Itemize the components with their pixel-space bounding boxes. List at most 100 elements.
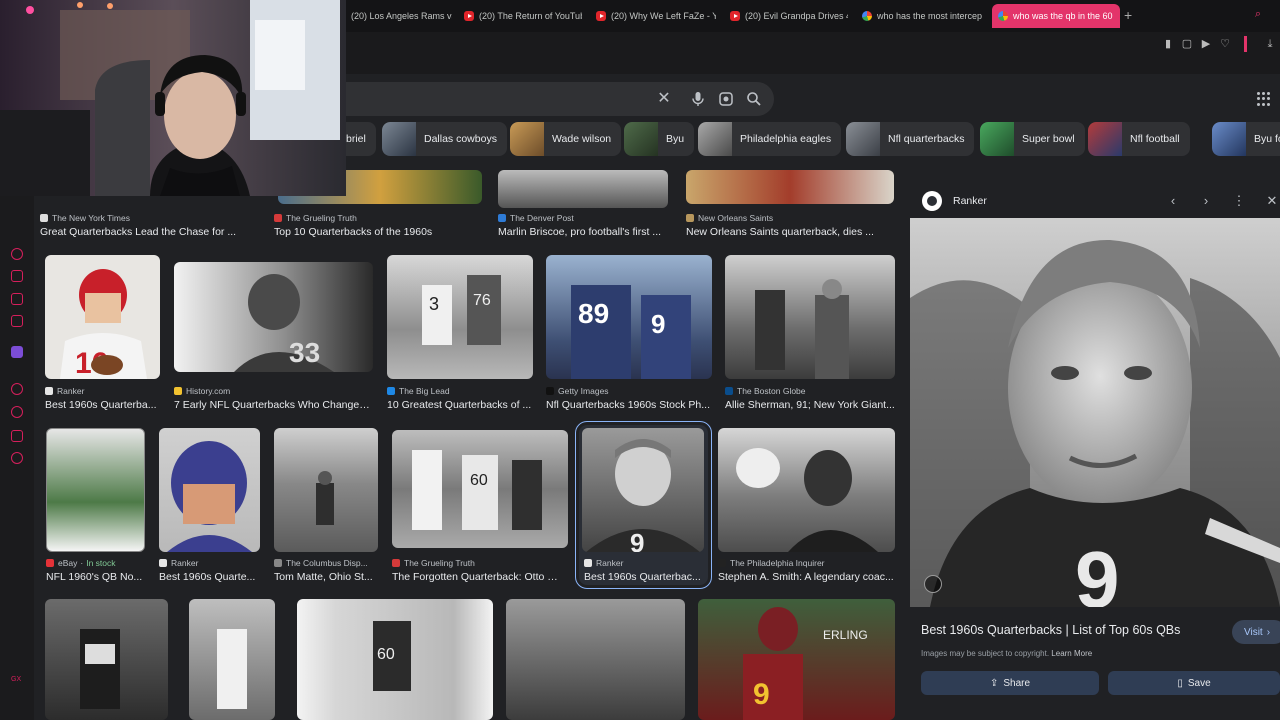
result-image	[46, 428, 145, 552]
chip-byu-football[interactable]: Byu footb	[1212, 122, 1280, 156]
close-icon[interactable]: ✕	[656, 91, 672, 107]
result-image	[189, 599, 275, 720]
screen: (20) Los Angeles Rams vs (20) The Return…	[0, 0, 1280, 720]
chevron-right-icon[interactable]: ›	[1199, 193, 1213, 208]
result-image: 3 76	[387, 255, 533, 379]
google-apps-icon[interactable]	[1257, 92, 1271, 106]
svg-text:ERLING: ERLING	[823, 628, 868, 642]
chip-label: briel	[346, 133, 366, 145]
result-image: 33	[174, 262, 373, 372]
result-card-selected[interactable]: 9 Ranker Best 1960s Quarterbac...	[575, 421, 712, 589]
tab-evil-grandpa[interactable]: (20) Evil Grandpa Drives 4	[730, 6, 848, 26]
chevron-right-icon: ›	[1266, 626, 1271, 638]
bag-icon[interactable]	[11, 270, 23, 282]
chip-label: Dallas cowboys	[424, 133, 497, 145]
tab-interceptions[interactable]: who has the most intercep	[862, 6, 982, 26]
settings-icon[interactable]	[11, 452, 23, 464]
result-source: Getty Images	[558, 386, 609, 396]
share-button[interactable]: ⇪ Share	[921, 671, 1099, 695]
chip-thumbnail	[846, 122, 880, 156]
history-icon[interactable]	[11, 248, 23, 260]
visit-label: Visit	[1244, 626, 1263, 638]
mail-icon[interactable]	[11, 293, 23, 305]
heart-icon[interactable]: ♡	[1219, 38, 1231, 50]
chip-thumbnail	[980, 122, 1014, 156]
learn-more-link[interactable]: Learn More	[1051, 649, 1092, 658]
close-icon[interactable]: ✕	[1265, 193, 1279, 209]
result-image: 9 ERLING	[698, 599, 895, 720]
webcam-overlay	[0, 0, 346, 196]
lens-icon[interactable]	[718, 91, 734, 107]
search-tabs-icon[interactable]: ⌕	[1252, 8, 1264, 20]
chip-label: Wade wilson	[552, 133, 612, 145]
microphone-icon[interactable]	[690, 91, 706, 107]
svg-text:9: 9	[651, 309, 665, 339]
bookmark-icon: ▯	[1177, 677, 1183, 689]
result-source: History.com	[186, 386, 231, 396]
result-source: The Grueling Truth	[286, 213, 357, 223]
tab-return-of-youtube[interactable]: (20) The Return of YouTub	[464, 6, 582, 26]
result-title: Marlin Briscoe, pro football's first ...	[498, 226, 662, 238]
result-title: The Forgotten Quarterback: Otto Gr...	[392, 571, 562, 583]
svg-text:60: 60	[470, 472, 488, 489]
search-icon[interactable]	[746, 91, 762, 107]
clock-icon[interactable]	[11, 406, 23, 418]
chevron-left-icon[interactable]: ‹	[1166, 193, 1180, 208]
result-title: Allie Sherman, 91; New York Giant...	[725, 399, 895, 411]
tab-qb-60s-active[interactable]: who was the qb in the 60	[992, 4, 1120, 28]
browser-sidebar: GX	[0, 196, 34, 720]
twitch-icon[interactable]	[11, 346, 23, 358]
jersey-number: 9	[1075, 535, 1120, 607]
youtube-icon	[596, 11, 606, 21]
chip-nfl-quarterbacks[interactable]: Nfl quarterbacks	[846, 122, 975, 156]
pin-icon[interactable]: ▮	[1162, 38, 1174, 50]
save-button[interactable]: ▯ Save	[1108, 671, 1280, 695]
chip-dallas-cowboys[interactable]: Dallas cowboys	[382, 122, 507, 156]
share-icon: ⇪	[989, 677, 999, 689]
chip-label: Philadelphia eagles	[740, 133, 832, 145]
svg-text:9: 9	[753, 678, 770, 711]
tab-left-faze[interactable]: (20) Why We Left FaZe - Y	[596, 6, 716, 26]
result-image: 16	[45, 255, 160, 379]
visit-button[interactable]: Visit ›	[1232, 620, 1280, 644]
result-image	[718, 428, 895, 552]
music-icon[interactable]	[11, 315, 23, 327]
svg-text:60: 60	[377, 646, 395, 663]
new-tab-icon[interactable]: +	[1124, 7, 1132, 23]
tab-label: (20) The Return of YouTub	[479, 11, 582, 21]
result-title: Best 1960s Quarterba...	[45, 399, 157, 411]
play-icon[interactable]: ▶	[1200, 38, 1212, 50]
chip-byu[interactable]: Byu	[624, 122, 695, 156]
gx-logo-icon: GX	[11, 676, 22, 683]
lens-camera-icon[interactable]	[924, 575, 942, 593]
result-title: Tom Matte, Ohio St...	[274, 571, 373, 583]
preview-title[interactable]: Best 1960s Quarterbacks | List of Top 60…	[921, 623, 1180, 637]
chip-philadelphia-eagles[interactable]: Philadelphia eagles	[698, 122, 842, 156]
search-input[interactable]	[346, 82, 774, 116]
preview-image[interactable]: 9	[910, 218, 1280, 607]
google-icon	[998, 11, 1008, 21]
chip-thumbnail	[698, 122, 732, 156]
stock-status: In stock	[86, 558, 116, 568]
chip-label: Nfl football	[1130, 133, 1180, 145]
chip-super-bowl[interactable]: Super bowl	[980, 122, 1085, 156]
result-image	[506, 599, 685, 720]
chat-icon[interactable]	[11, 430, 23, 442]
result-source: The Grueling Truth	[404, 558, 475, 568]
share-label: Share	[1003, 677, 1031, 689]
screenshot-icon[interactable]: ▢	[1181, 38, 1193, 50]
tab-rams[interactable]: (20) Los Angeles Rams vs	[336, 6, 452, 26]
chip-label: Byu footb	[1254, 133, 1280, 145]
youtube-icon	[464, 11, 474, 21]
result-source: Ranker	[57, 386, 85, 396]
chip-wade-wilson[interactable]: Wade wilson	[510, 122, 622, 156]
ranker-logo-icon	[922, 191, 942, 211]
more-options-icon[interactable]: ⋮	[1232, 193, 1246, 209]
result-image: 9	[582, 428, 704, 552]
record-icon[interactable]	[11, 383, 23, 395]
download-icon[interactable]: ⤓	[1264, 38, 1276, 50]
chip-label: Nfl quarterbacks	[888, 133, 965, 145]
result-title: NFL 1960's QB No...	[46, 571, 143, 583]
chip-nfl-football[interactable]: Nfl football	[1088, 122, 1190, 156]
preview-source[interactable]: Ranker	[953, 195, 987, 207]
